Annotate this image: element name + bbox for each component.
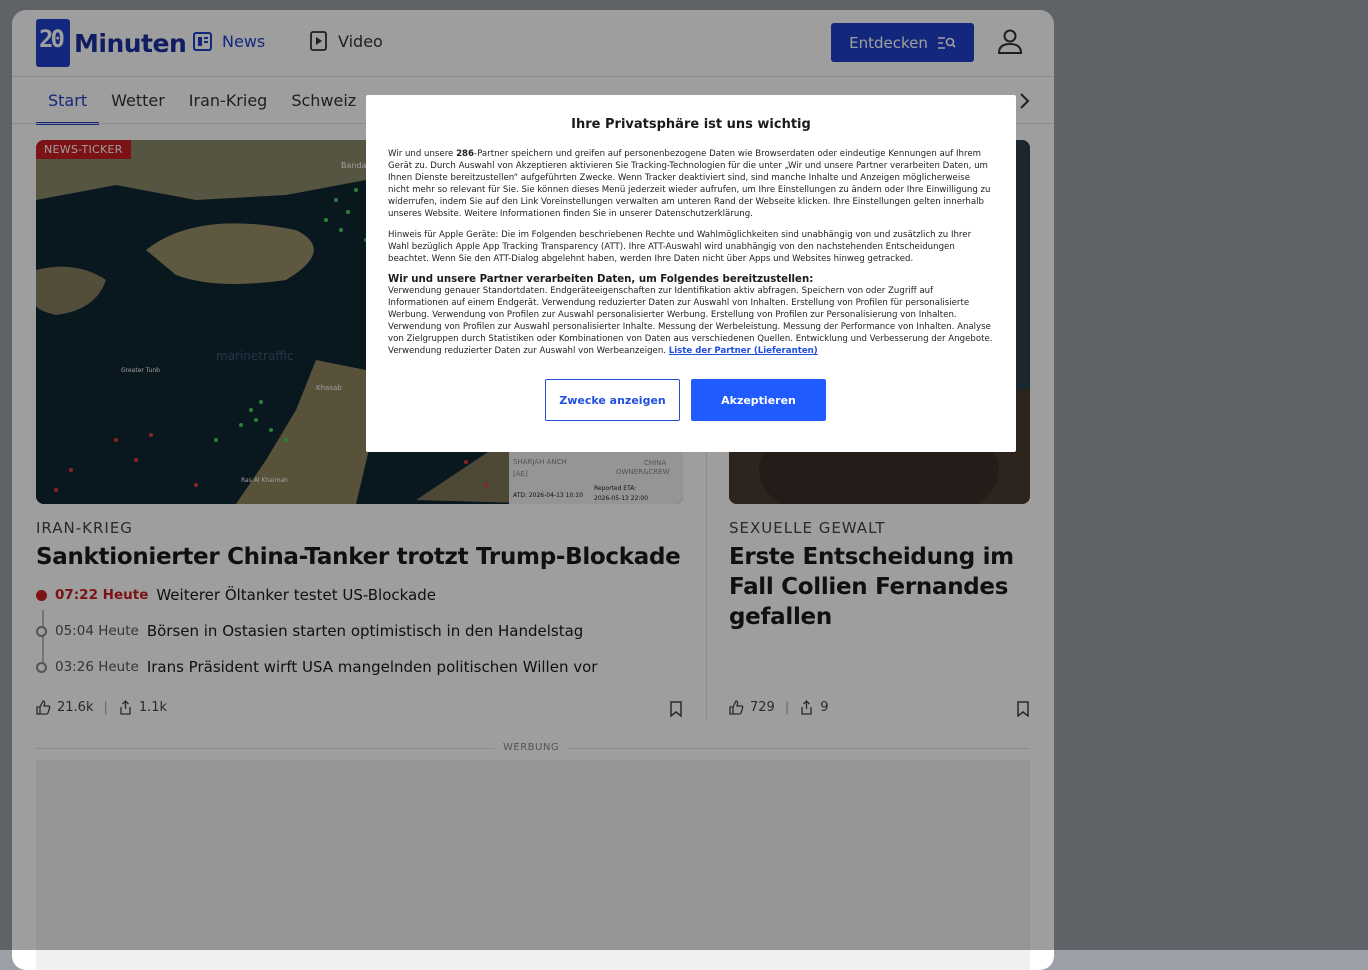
consent-heading: Wir und unsere Partner verarbeiten Daten…	[388, 274, 814, 285]
consent-dialog: Ihre Privatsphäre ist uns wichtig Wir un…	[366, 95, 1016, 452]
consent-title: Ihre Privatsphäre ist uns wichtig	[571, 117, 811, 132]
consent-paragraph-2: Hinweis für Apple Geräte: Die im Folgend…	[388, 230, 972, 264]
show-purposes-button[interactable]: Zwecke anzeigen	[545, 379, 680, 421]
consent-buttons: Zwecke anzeigen Akzeptieren	[545, 379, 826, 421]
partner-list-link[interactable]: Liste der Partner (Lieferanten)	[669, 346, 818, 356]
consent-paragraph-1: Wir und unsere 286-Partner speichern und…	[388, 149, 991, 219]
consent-paragraph-3: Verwendung genauer Standortdaten. Endger…	[388, 286, 993, 356]
accept-button[interactable]: Akzeptieren	[691, 379, 826, 421]
partner-count: 286	[456, 149, 475, 159]
